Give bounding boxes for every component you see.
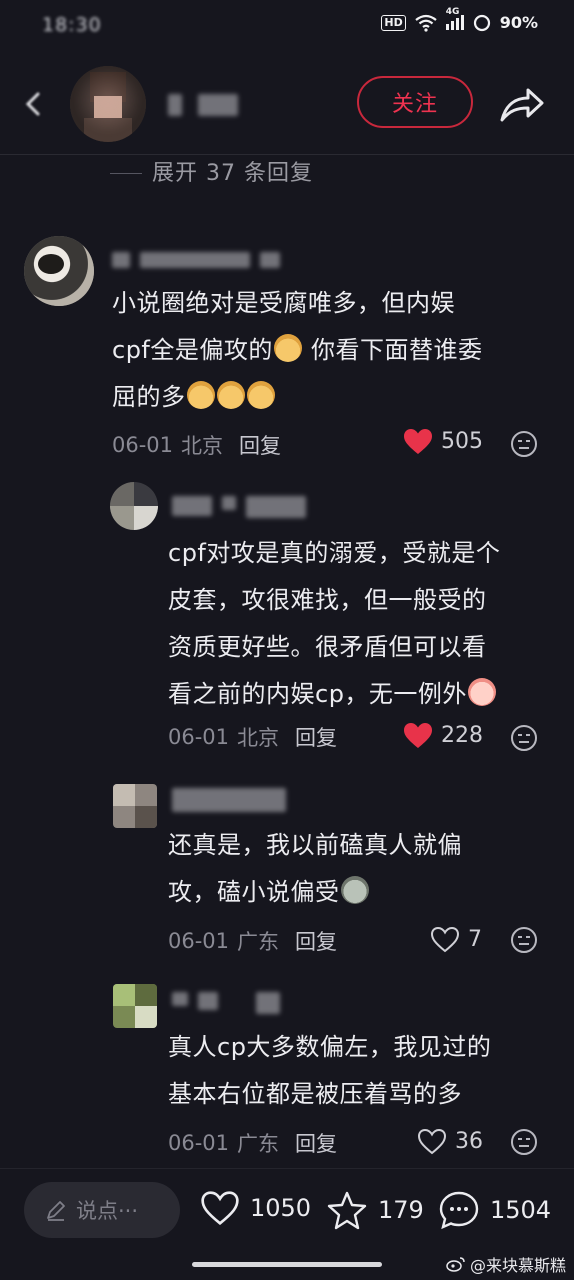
hd-badge: HD (381, 14, 406, 31)
pencil-icon (47, 1201, 65, 1221)
commenter-name[interactable] (172, 992, 280, 1014)
status-icons: HD 4G 90% (381, 7, 538, 32)
heart-filled-icon (404, 429, 432, 454)
author-name[interactable] (168, 94, 238, 116)
text-line: 还真是，我以前磕真人就偏 (168, 831, 462, 859)
text-line: 资质更好些。很矛盾但可以看 (168, 633, 487, 661)
author-avatar[interactable] (70, 66, 146, 142)
weibo-logo-icon (446, 1257, 465, 1272)
text-line: 看之前的内娱cp，无一例外 (168, 671, 558, 718)
avatar[interactable] (110, 482, 158, 530)
dislike-icon[interactable] (510, 430, 538, 458)
avatar[interactable] (113, 784, 157, 828)
star-icon (327, 1191, 367, 1230)
text-line: 皮套，攻很难找，但一般受的 (168, 586, 487, 614)
back-icon[interactable] (20, 90, 48, 118)
battery-level: 90% (499, 13, 538, 32)
like-count: 36 (455, 1129, 483, 1154)
comments-button[interactable]: 1504 (438, 1190, 551, 1230)
like-total: 1050 (250, 1194, 312, 1222)
cat-emoji-icon (340, 876, 369, 904)
status-bar: 18:30 HD 4G 90% (0, 0, 574, 54)
reply-button[interactable]: 回复 (239, 430, 281, 460)
like-count: 228 (441, 723, 483, 748)
comment-bubble-icon (439, 1191, 479, 1230)
comment-input-placeholder: 说点··· (76, 1199, 139, 1223)
comment-location: 北京 (181, 434, 224, 458)
like-button[interactable]: 36 (417, 1128, 483, 1155)
comment-meta: 06-01 广东 回复 (168, 1128, 337, 1158)
dog-emoji-icon (273, 334, 302, 362)
text-line: 屈的多 (112, 374, 552, 421)
like-count: 7 (468, 927, 482, 952)
text-line: cpf对攻是真的溺爱，受就是个 (168, 539, 501, 567)
dog-emoji-icon (186, 381, 215, 409)
dog-emoji-icon (246, 381, 275, 409)
dislike-icon[interactable] (510, 724, 538, 752)
bottom-bar-divider (0, 1168, 574, 1169)
comment-date: 06-01 (112, 433, 174, 457)
commenter-name[interactable] (172, 788, 286, 812)
reply-button[interactable]: 回复 (295, 1128, 337, 1158)
dislike-icon[interactable] (510, 1128, 538, 1156)
like-button[interactable]: 228 (403, 722, 483, 749)
reply-button[interactable]: 回复 (295, 926, 337, 956)
comment-date: 06-01 (168, 1131, 230, 1155)
heart-outline-icon (430, 926, 460, 953)
heart-outline-icon (417, 1128, 447, 1155)
battery-icon (473, 14, 490, 31)
comment-text: 真人cp大多数偏左，我见过的 基本右位都是被压着骂的多 (168, 1024, 558, 1118)
reply-button[interactable]: 回复 (295, 722, 337, 752)
wifi-icon (415, 14, 437, 32)
heart-outline-icon (201, 1191, 239, 1226)
watermark: @来块慕斯糕 (446, 1252, 566, 1276)
heart-filled-icon (404, 723, 432, 748)
text-line: 攻，磕小说偏受 (168, 869, 558, 916)
signal-icon: 4G (445, 7, 464, 30)
expand-replies-button[interactable]: 展开 37 条回复 (152, 155, 313, 187)
text-line: 基本右位都是被压着骂的多 (168, 1080, 462, 1108)
home-indicator[interactable] (192, 1262, 382, 1267)
comment-input[interactable]: 说点··· (24, 1182, 180, 1238)
like-button[interactable]: 7 (430, 926, 482, 953)
comment-meta: 06-01 北京 回复 (112, 430, 281, 460)
comment-date: 06-01 (168, 725, 230, 749)
text-line: 小说圈绝对是受腐唯多，但内娱 (112, 289, 455, 317)
comment-text: 小说圈绝对是受腐唯多，但内娱 cpf全是偏攻的 你看下面替谁委 屈的多 (112, 280, 552, 421)
commenter-name[interactable] (112, 252, 280, 268)
comment-location: 广东 (237, 1132, 280, 1156)
comment-meta: 06-01 北京 回复 (168, 722, 337, 752)
comment-date: 06-01 (168, 929, 230, 953)
comment-total: 1504 (490, 1196, 552, 1224)
comment-location: 北京 (237, 726, 280, 750)
text-line: 真人cp大多数偏左，我见过的 (168, 1033, 492, 1061)
comment-location: 广东 (237, 930, 280, 954)
favorite-count: 179 (378, 1196, 424, 1224)
commenter-name[interactable] (172, 496, 306, 518)
dog-emoji-icon (216, 381, 245, 409)
watermark-text: @来块慕斯糕 (469, 1256, 566, 1275)
avatar[interactable] (113, 984, 157, 1028)
like-count: 505 (441, 429, 483, 454)
comment-meta: 06-01 广东 回复 (168, 926, 337, 956)
status-time: 18:30 (42, 14, 102, 36)
text-line: cpf全是偏攻的 你看下面替谁委 (112, 334, 483, 364)
network-label: 4G (445, 7, 460, 17)
expand-line (110, 173, 142, 174)
comment-text: 还真是，我以前磕真人就偏 攻，磕小说偏受 (168, 822, 558, 916)
comment-text: cpf对攻是真的溺爱，受就是个 皮套，攻很难找，但一般受的 资质更好些。很矛盾但… (168, 530, 558, 718)
favorite-button[interactable]: 179 (326, 1190, 424, 1230)
dislike-icon[interactable] (510, 926, 538, 954)
like-total-button[interactable]: 1050 (200, 1190, 311, 1226)
avatar[interactable] (24, 236, 94, 306)
follow-button[interactable]: 关注 (357, 76, 473, 128)
crying-emoji-icon (467, 678, 496, 706)
share-icon[interactable] (498, 82, 546, 126)
header: 关注 (0, 54, 574, 154)
like-button[interactable]: 505 (403, 428, 483, 455)
